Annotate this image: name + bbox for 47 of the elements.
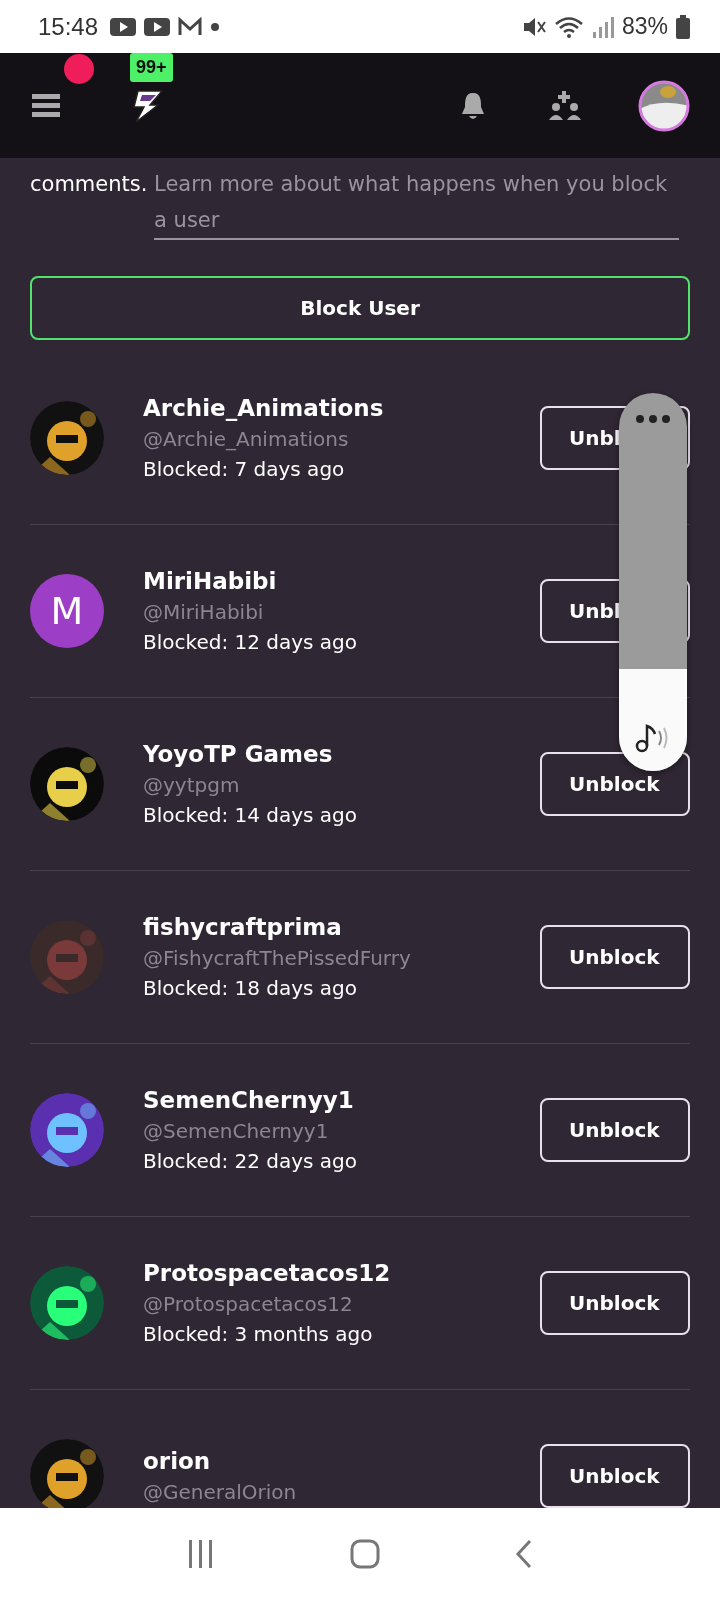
volume-slider[interactable] [619, 393, 687, 771]
user-name: YoyoTP Games [143, 741, 334, 767]
back-icon[interactable] [514, 1539, 533, 1569]
blocked-date: Blocked: 14 days ago [143, 803, 359, 827]
user-handle: @Protospacetacos12 [143, 1292, 354, 1316]
user-name: orion [143, 1448, 212, 1474]
unblock-button[interactable]: Unblock [540, 1098, 690, 1162]
user-handle: @FishycraftThePissedFurry [143, 946, 412, 970]
blocked-date: Blocked: 22 days ago [143, 1149, 359, 1173]
dot-icon [210, 21, 221, 32]
learn-more-link[interactable]: Learn more about what happens when you block a user [154, 166, 680, 240]
block-user-button[interactable]: Block User [30, 276, 690, 340]
menu-icon[interactable] [32, 93, 60, 118]
user-handle: @Archie_Animations [143, 427, 350, 451]
blocked-date: Blocked: 7 days ago [143, 457, 346, 481]
video-app-icon [110, 16, 137, 37]
blocked-date: Blocked: 18 days ago [143, 976, 359, 1000]
unblock-button[interactable]: Unblock [540, 1271, 690, 1335]
info-paragraph: comments. Learn more about what happens when you block a user [30, 166, 690, 240]
battery-icon [676, 14, 690, 39]
battery-level: 83% [621, 13, 668, 40]
user-name: Archie_Animations [143, 395, 385, 421]
mail-icon [178, 16, 203, 37]
more-options-icon[interactable] [636, 415, 670, 423]
user-name: MiriHabibi [143, 568, 278, 594]
user-name: Protospacetacos12 [143, 1260, 392, 1286]
notification-count: 99+ [130, 53, 173, 82]
wifi-icon [553, 15, 584, 38]
unblock-button[interactable]: Unblock [540, 925, 690, 989]
user-handle: @MiriHabibi [143, 600, 265, 624]
user-handle: @GeneralOrion [143, 1480, 298, 1504]
lightning-logo-icon[interactable] [132, 88, 164, 123]
home-icon[interactable] [350, 1539, 380, 1569]
add-people-icon[interactable] [548, 90, 582, 121]
mute-icon [521, 15, 546, 38]
user-name: SemenChernyy1 [143, 1087, 355, 1113]
unblock-button[interactable]: Unblock [540, 1444, 690, 1508]
bell-icon[interactable] [460, 90, 486, 121]
signal-icon [591, 15, 614, 38]
video-app-icon [144, 16, 171, 37]
blocked-date: Blocked: 12 days ago [143, 630, 359, 654]
user-handle: @yytpgm [143, 773, 241, 797]
blocked-date: Blocked: 3 months ago [143, 1322, 374, 1346]
user-avatar: M [30, 574, 104, 648]
user-handle: @SemenChernyy1 [143, 1119, 330, 1143]
clock-time: 15:48 [38, 12, 99, 41]
user-name: fishycraftprima [143, 914, 343, 940]
